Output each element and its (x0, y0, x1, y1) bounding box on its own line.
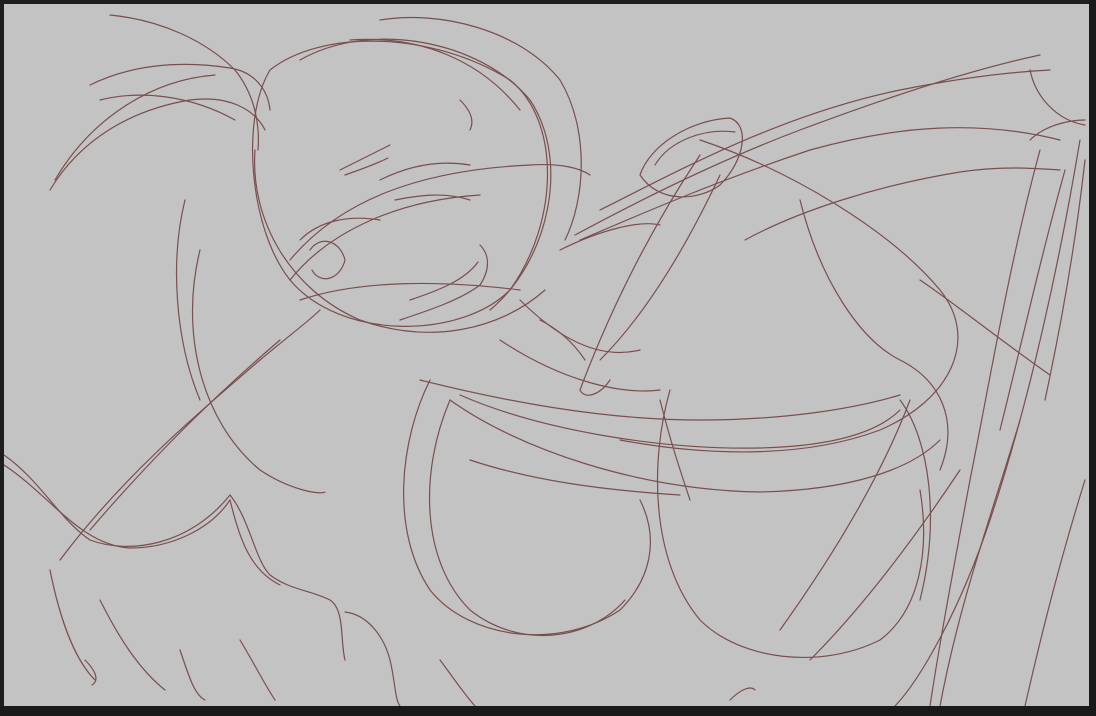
canvas-background (4, 4, 1089, 706)
drawing-canvas[interactable] (4, 4, 1089, 706)
sketch-drawing[interactable] (4, 4, 1089, 706)
right-gutter (1089, 0, 1096, 716)
bottom-gutter (0, 706, 1096, 716)
drawing-app-window (0, 0, 1096, 716)
